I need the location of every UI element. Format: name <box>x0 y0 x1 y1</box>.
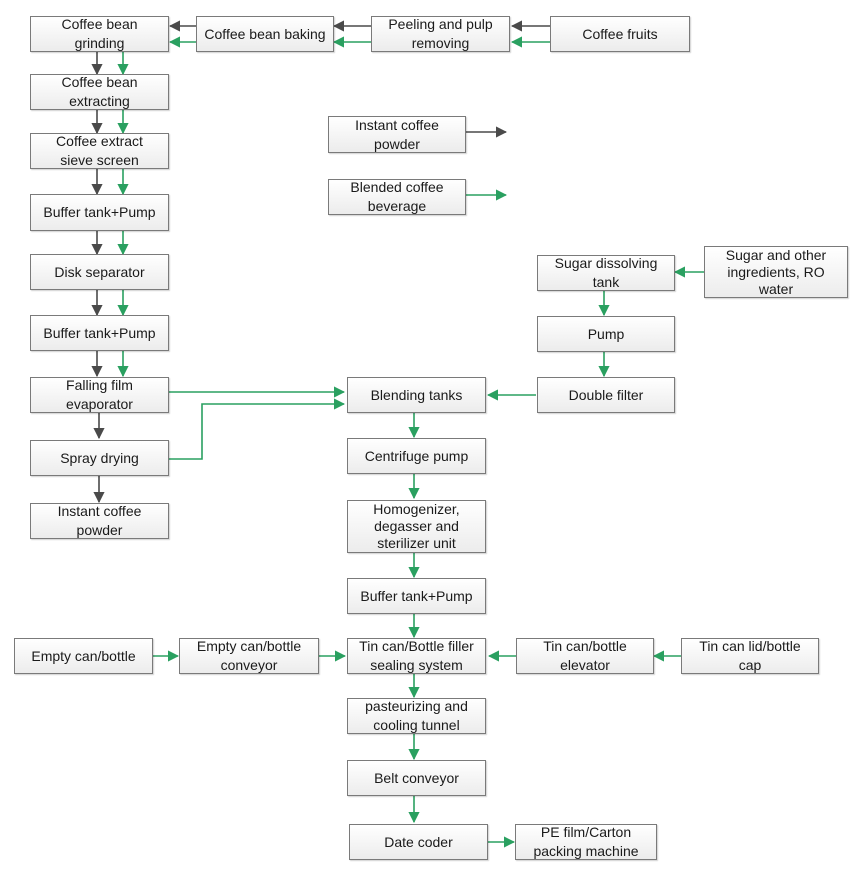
node-instant-coffee-powder: Instant coffee powder <box>30 503 169 539</box>
node-sugar-dissolving-tank: Sugar dissolving tank <box>537 255 675 291</box>
node-blending-tanks: Blending tanks <box>347 377 486 413</box>
node-peeling-pulp-removing: Peeling and pulp removing <box>371 16 510 52</box>
node-buffer-tank-pump-1: Buffer tank+Pump <box>30 194 169 231</box>
node-empty-can-bottle: Empty can/bottle <box>14 638 153 674</box>
node-empty-can-bottle-conveyor: Empty can/bottle conveyor <box>179 638 319 674</box>
node-date-coder: Date coder <box>349 824 488 860</box>
node-homogenizer-degasser-sterilizer: Homogenizer, degasser and sterilizer uni… <box>347 500 486 553</box>
node-disk-separator: Disk separator <box>30 254 169 290</box>
node-pasteurizing-cooling-tunnel: pasteurizing and cooling tunnel <box>347 698 486 734</box>
node-tin-can-bottle-filler-sealing: Tin can/Bottle filler sealing system <box>347 638 486 674</box>
node-coffee-fruits: Coffee fruits <box>550 16 690 52</box>
node-pe-film-carton-packing-machine: PE film/Carton packing machine <box>515 824 657 860</box>
node-coffee-bean-baking: Coffee bean baking <box>196 16 334 52</box>
node-buffer-tank-pump-3: Buffer tank+Pump <box>347 578 486 614</box>
node-spray-drying: Spray drying <box>30 440 169 476</box>
node-coffee-bean-grinding: Coffee bean grinding <box>30 16 169 52</box>
legend-instant-coffee-powder: Instant coffee powder <box>328 116 466 153</box>
node-coffee-bean-extracting: Coffee bean extracting <box>30 74 169 110</box>
node-coffee-extract-sieve-screen: Coffee extract sieve screen <box>30 133 169 169</box>
arrow-spray-blending <box>168 398 346 460</box>
legend-blended-coffee-beverage: Blended coffee beverage <box>328 179 466 215</box>
node-tin-can-lid-bottle-cap: Tin can lid/bottle cap <box>681 638 819 674</box>
node-centrifuge-pump: Centrifuge pump <box>347 438 486 474</box>
node-pump: Pump <box>537 316 675 352</box>
node-buffer-tank-pump-2: Buffer tank+Pump <box>30 315 169 351</box>
node-sugar-ingredients-ro-water: Sugar and other ingredients, RO water <box>704 246 848 298</box>
node-tin-can-bottle-elevator: Tin can/bottle elevator <box>516 638 654 674</box>
node-belt-conveyor: Belt conveyor <box>347 760 486 796</box>
node-falling-film-evaporator: Falling film evaporator <box>30 377 169 413</box>
node-double-filter: Double filter <box>537 377 675 413</box>
